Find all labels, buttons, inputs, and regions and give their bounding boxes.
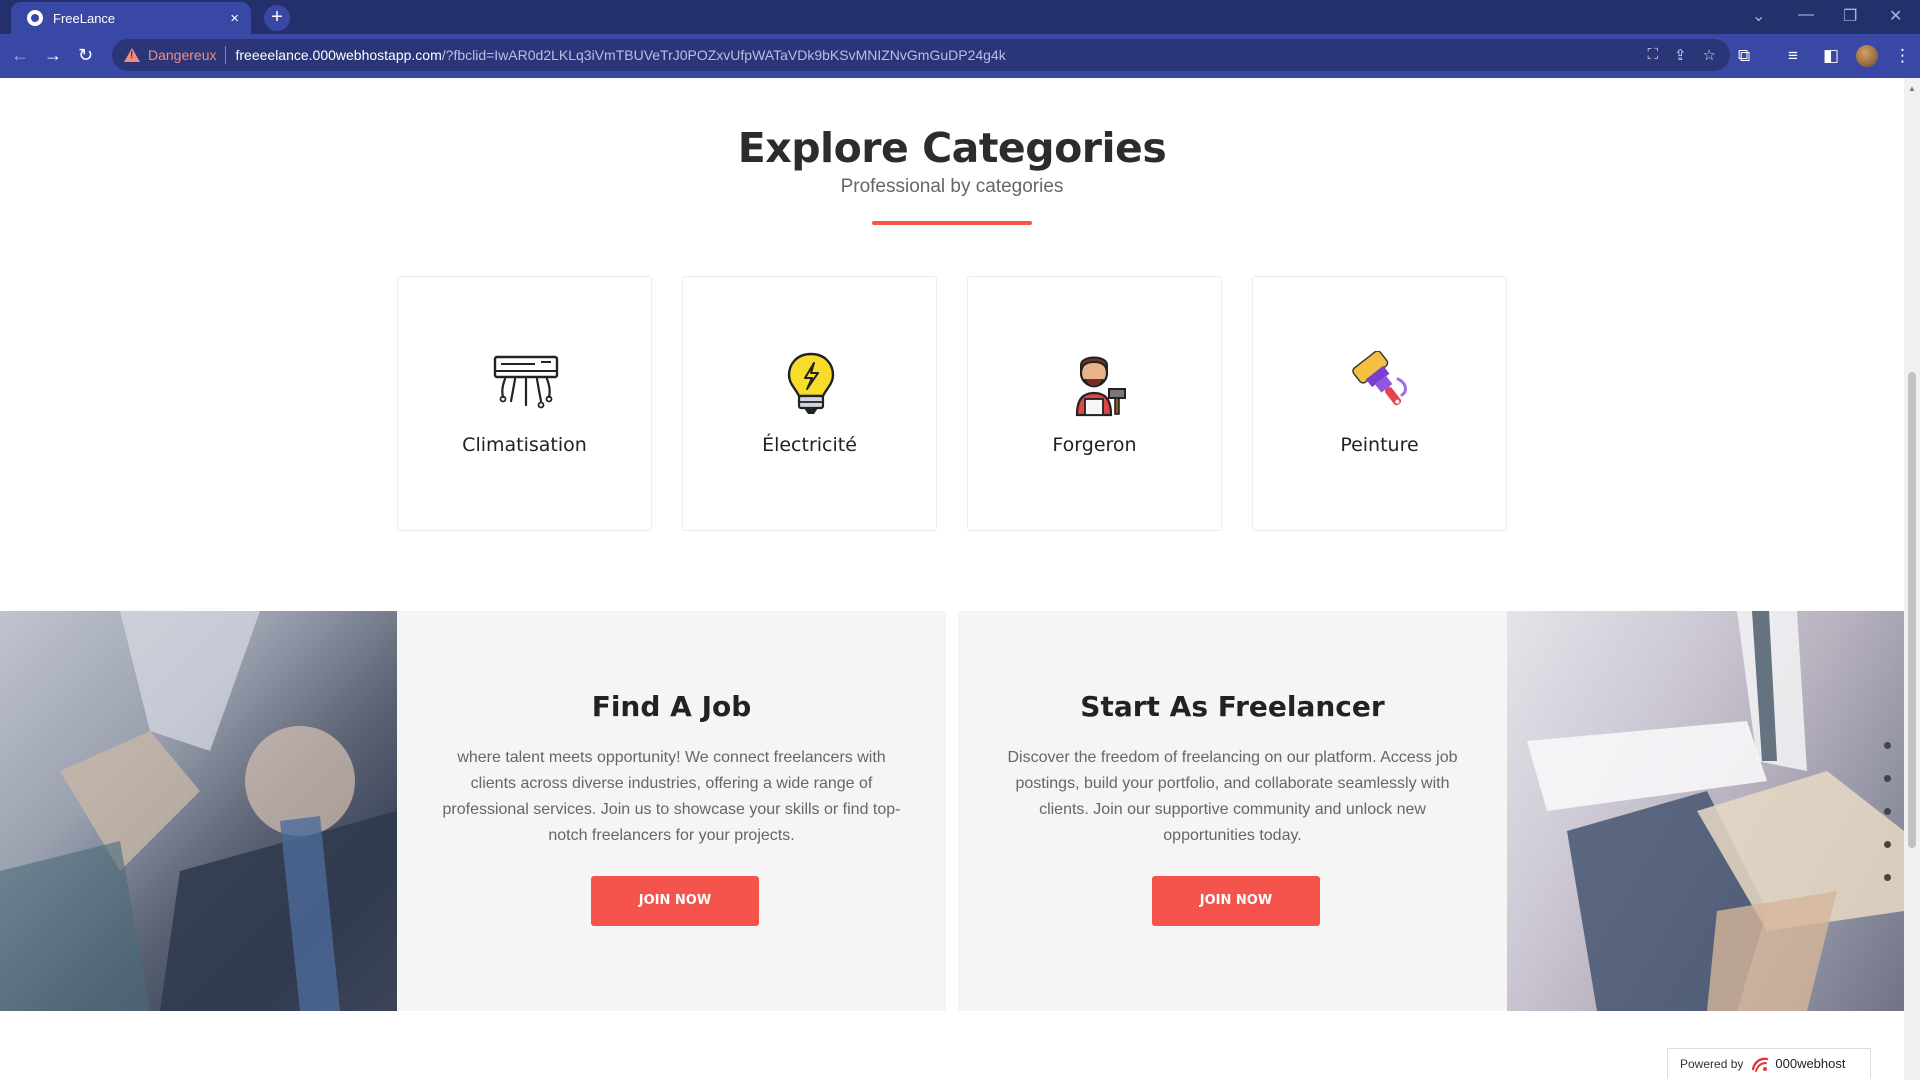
browser-tab-strip: FreeLance × + ⌄ — ❐ ✕ [0, 0, 1920, 34]
security-label[interactable]: Dangereux [148, 47, 217, 63]
000webhost-logo-icon [1752, 1057, 1769, 1072]
new-tab-button[interactable]: + [264, 5, 290, 31]
side-panel-icon[interactable]: ◧ [1823, 46, 1839, 66]
air-conditioner-icon [493, 355, 559, 409]
dot[interactable] [1884, 808, 1891, 815]
omnibox-divider [224, 46, 226, 64]
freelancer-text: Discover the freedom of freelancing on o… [1007, 749, 1458, 844]
category-card-forgeron[interactable]: Forgeron [967, 276, 1222, 531]
find-job-text: where talent meets opportunity! We conne… [442, 749, 901, 844]
tab-title: FreeLance [53, 10, 116, 26]
address-bar[interactable]: Dangereux freeeelance.000webhostapp.com … [112, 39, 1730, 71]
dot[interactable] [1884, 775, 1891, 782]
freelancer-panel: Start As Freelancer Discover the freedom… [958, 611, 1507, 1011]
brand-name: 000webhost [1775, 1056, 1846, 1071]
title-underline [872, 221, 1032, 225]
forward-arrow-icon[interactable]: → [44, 45, 62, 65]
browser-menu-icon[interactable]: ⋮ [1894, 46, 1911, 66]
dot[interactable] [1884, 742, 1891, 749]
minimize-icon[interactable]: — [1798, 6, 1814, 24]
find-job-join-button[interactable]: JOIN NOW [591, 876, 759, 926]
freelancer-join-button[interactable]: JOIN NOW [1152, 876, 1320, 926]
restore-icon[interactable]: ❐ [1843, 6, 1857, 26]
find-job-title: Find A Job [591, 690, 752, 723]
warning-icon[interactable] [124, 48, 140, 62]
handshake-photo [0, 611, 397, 1011]
powered-by-badge[interactable]: Powered by 000webhost [1667, 1048, 1871, 1078]
category-card-peinture[interactable]: Peinture [1252, 276, 1507, 531]
page-scrollbar[interactable]: ▲ [1904, 78, 1920, 1080]
lightbulb-icon [787, 352, 835, 414]
dot[interactable] [1884, 841, 1891, 848]
find-job-panel: Find A Job where talent meets opportunit… [397, 611, 946, 1011]
blacksmith-icon [1075, 356, 1126, 417]
meeting-photo [1507, 611, 1904, 1011]
category-label: Forgeron [1052, 434, 1137, 456]
category-label: Électricité [762, 434, 857, 456]
translate-icon[interactable]: ⛶ [1647, 46, 1658, 64]
section-title: Explore Categories [737, 124, 1167, 172]
handshake-illustration [0, 611, 397, 1011]
paint-roller-icon [1352, 351, 1407, 406]
share-icon[interactable]: ⇪ [1674, 46, 1687, 64]
extensions-icon[interactable]: ⧉ [1738, 46, 1750, 66]
window-close-icon[interactable]: ✕ [1889, 6, 1902, 26]
back-arrow-icon[interactable]: ← [11, 45, 29, 65]
media-controls-icon[interactable]: ≡ [1788, 46, 1798, 66]
category-card-climatisation[interactable]: Climatisation [397, 276, 652, 531]
reload-icon[interactable]: ↻ [78, 45, 93, 65]
meeting-illustration [1527, 611, 1904, 1011]
omnibox-actions: ⛶ ⇪ ☆ [1647, 46, 1716, 64]
freelancer-title: Start As Freelancer [1080, 690, 1385, 723]
category-card-electricite[interactable]: Électricité [682, 276, 937, 531]
browser-tab[interactable]: FreeLance × [11, 2, 251, 34]
tab-search-icon[interactable]: ⌄ [1752, 6, 1765, 26]
scroll-thumb[interactable] [1908, 372, 1916, 848]
dot[interactable] [1884, 874, 1891, 881]
scroll-up-arrow-icon[interactable]: ▲ [1908, 84, 1916, 93]
close-tab-icon[interactable]: × [230, 11, 239, 26]
section-subtitle: Professional by categories [840, 176, 1064, 197]
bookmark-star-icon[interactable]: ☆ [1703, 46, 1716, 64]
profile-avatar[interactable] [1856, 45, 1878, 67]
promo-band: Find A Job where talent meets opportunit… [0, 611, 1904, 1011]
powered-by-text: Powered by [1680, 1056, 1744, 1071]
url-query[interactable]: /?fbclid=IwAR0d2LKLq3iVmTBUVeTrJ0POZxvUf… [442, 47, 1006, 63]
url-host[interactable]: freeeelance.000webhostapp.com [236, 47, 442, 63]
browser-toolbar: ← → ↻ Dangereux freeeelance.000webhostap… [0, 34, 1920, 78]
floating-pagination-dots[interactable] [1884, 742, 1891, 881]
globe-icon [27, 10, 43, 26]
category-label: Climatisation [462, 434, 587, 456]
page-viewport: Explore Categories Professional by categ… [0, 78, 1920, 1080]
category-label: Peinture [1340, 434, 1419, 456]
